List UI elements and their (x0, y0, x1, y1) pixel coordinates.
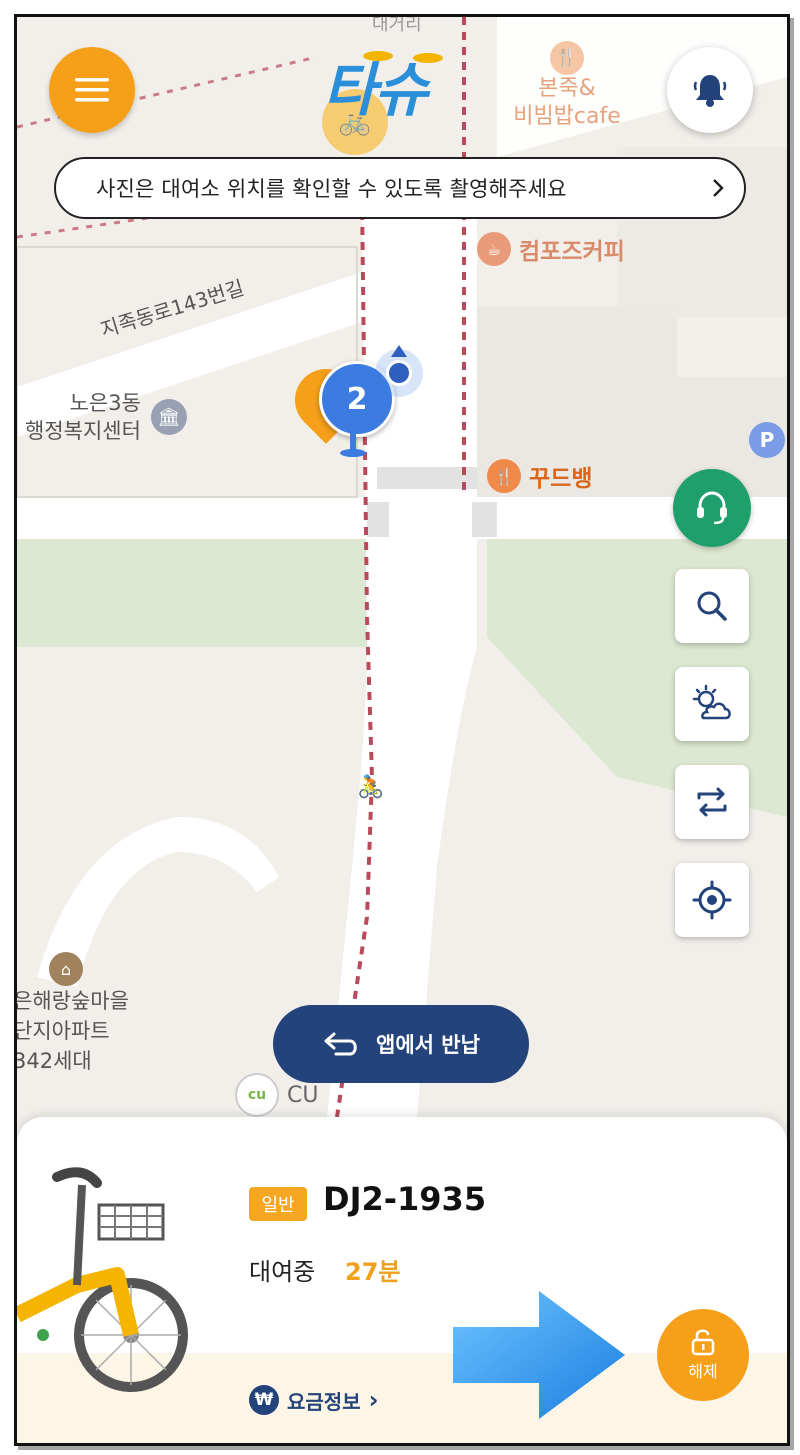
parking-icon[interactable]: P (749, 422, 785, 458)
notice-text: 사진은 대여소 위치를 확인할 수 있도록 촬영해주세요 (96, 177, 567, 201)
poi-bonjuk-label: 본죽& 비빔밥cafe (513, 76, 621, 129)
bike-type-badge: 일반 (249, 1187, 307, 1221)
rental-status-label: 대여중 (249, 1258, 316, 1286)
map-label-top: 대거리 (372, 14, 422, 35)
apartment-icon: ⌂ (49, 952, 83, 986)
cafe-icon: ☕ (477, 232, 511, 266)
cluster-count: 2 (346, 381, 368, 417)
restaurant-icon: 🍴 (550, 41, 584, 75)
menu-button[interactable] (49, 47, 135, 133)
bell-icon (693, 75, 727, 107)
restaurant-icon: 🍴 (487, 459, 521, 493)
poi-compose[interactable]: ☕ 컴포즈커피 (477, 232, 625, 266)
app-screen: 대거리 지족동로143번길 🍴 본죽& 비빔밥cafe ☕ 컴포즈커피 🍴 꾸드… (14, 14, 790, 1446)
rental-sheet: 일반 DJ2-1935 대여중 27분 ₩ 요금정보 › 해제 (17, 1117, 787, 1443)
rental-elapsed-time: 27분 (345, 1258, 401, 1286)
poi-community-center-label: 노은3동 행정복지센터 (25, 391, 141, 443)
poi-community-center[interactable]: 노은3동 행정복지센터 🏛 (25, 389, 187, 445)
notification-button[interactable] (667, 47, 753, 133)
swap-arrows-icon (697, 787, 727, 817)
my-location-button[interactable] (675, 863, 749, 937)
unlock-label: 해제 (688, 1362, 718, 1381)
app-logo: 타슈 (317, 51, 487, 121)
poi-cu-label: CU (287, 1082, 319, 1108)
headset-icon (697, 491, 727, 525)
return-arrow-icon (324, 1032, 357, 1056)
weather-icon (692, 684, 731, 720)
poi-apartment-label: 은해랑숲마을 단지아파트 342세대 (14, 989, 129, 1073)
return-in-app-button[interactable]: 앱에서 반납 (273, 1005, 529, 1083)
won-icon: ₩ (249, 1385, 279, 1415)
switch-button[interactable] (675, 765, 749, 839)
poi-apartment[interactable]: ⌂ 은해랑숲마을 단지아파트 342세대 (17, 952, 129, 1076)
fare-info-link[interactable]: ₩ 요금정보 › (249, 1385, 379, 1415)
cluster-pin-base (340, 449, 366, 457)
cyclist-icon: 🚴 (357, 775, 385, 800)
unlock-button[interactable]: 해제 (657, 1309, 749, 1401)
search-icon (697, 591, 727, 621)
government-icon: 🏛 (150, 399, 187, 435)
chevron-right-icon: › (368, 1386, 379, 1414)
chevron-right-icon (713, 179, 724, 197)
poi-kkudbang[interactable]: 🍴 꾸드뱅 (487, 459, 592, 493)
unlock-icon (691, 1329, 715, 1356)
poi-compose-label: 컴포즈커피 (519, 239, 625, 265)
bike-illustration (17, 1167, 188, 1392)
annotation-arrow-icon (453, 1291, 625, 1419)
return-in-app-label: 앱에서 반납 (376, 1033, 480, 1057)
poi-bonjuk[interactable]: 🍴 본죽& 비빔밥cafe (507, 41, 627, 131)
bike-id: DJ2-1935 (323, 1180, 487, 1218)
hamburger-icon (75, 78, 109, 102)
convenience-store-icon: cu (235, 1073, 279, 1117)
weather-button[interactable] (675, 667, 749, 741)
search-button[interactable] (675, 569, 749, 643)
heading-arrow-icon (391, 345, 407, 357)
fare-info-label: 요금정보 (287, 1389, 361, 1414)
poi-kkudbang-label: 꾸드뱅 (529, 466, 593, 492)
notice-banner[interactable]: 사진은 대여소 위치를 확인할 수 있도록 촬영해주세요 (54, 157, 746, 219)
crosshair-icon (692, 880, 732, 920)
support-button[interactable] (673, 469, 751, 547)
